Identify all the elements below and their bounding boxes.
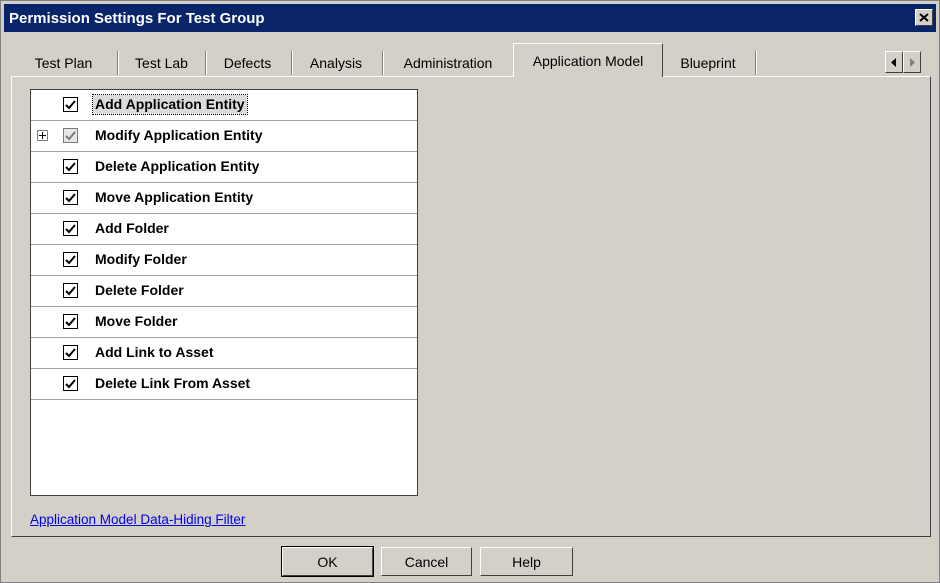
arrow-left-icon	[891, 57, 896, 67]
permission-row-delete-link-from-asset[interactable]: Delete Link From Asset	[31, 369, 417, 400]
help-button[interactable]: Help	[480, 547, 573, 576]
tab-separator	[291, 51, 293, 75]
permission-settings-dialog: Permission Settings For Test Group Test …	[0, 0, 940, 583]
close-icon	[919, 13, 929, 22]
permission-row-delete-folder[interactable]: Delete Folder	[31, 276, 417, 307]
permission-checkbox[interactable]	[63, 190, 78, 205]
checkmark-icon	[65, 223, 76, 233]
permission-label: Add Link to Asset	[95, 344, 214, 360]
expand-button[interactable]	[37, 130, 48, 141]
permission-checkbox[interactable]	[63, 159, 78, 174]
title-bar: Permission Settings For Test Group	[4, 4, 936, 32]
cancel-button[interactable]: Cancel	[381, 547, 472, 576]
permissions-list: Add Application Entity Modify Applicatio…	[30, 89, 418, 496]
checkmark-icon	[65, 285, 76, 295]
checkmark-icon	[65, 161, 76, 171]
checkmark-icon	[65, 192, 76, 202]
permission-label: Delete Folder	[95, 282, 184, 298]
checkmark-icon	[65, 99, 76, 109]
arrow-right-icon	[910, 57, 915, 67]
permission-row-modify-folder[interactable]: Modify Folder	[31, 245, 417, 276]
permission-label: Move Folder	[95, 313, 178, 329]
permission-label: Add Folder	[95, 220, 169, 236]
permission-label: Move Application Entity	[95, 189, 254, 205]
permission-row-move-application-entity[interactable]: Move Application Entity	[31, 183, 417, 214]
ok-button[interactable]: OK	[281, 546, 374, 577]
data-hiding-filter-link[interactable]: Application Model Data-Hiding Filter	[30, 512, 245, 527]
tab-separator	[755, 51, 757, 75]
checkmark-icon	[65, 378, 76, 388]
tab-administration[interactable]: Administration	[384, 49, 512, 76]
permission-row-modify-application-entity[interactable]: Modify Application Entity	[31, 121, 417, 152]
tab-analysis[interactable]: Analysis	[293, 49, 379, 76]
tab-scroll-right-button[interactable]	[903, 51, 921, 73]
tab-application-model[interactable]: Application Model	[513, 43, 663, 77]
permission-row-delete-application-entity[interactable]: Delete Application Entity	[31, 152, 417, 183]
tab-defects[interactable]: Defects	[207, 49, 288, 76]
tab-strip: Test Plan Test Lab Defects Analysis Admi…	[11, 43, 931, 77]
tab-separator	[382, 51, 384, 75]
permission-label: Add Application Entity	[92, 94, 248, 115]
permission-checkbox[interactable]	[63, 345, 78, 360]
permission-checkbox[interactable]	[63, 283, 78, 298]
permission-label: Modify Application Entity	[95, 127, 263, 143]
permission-checkbox[interactable]	[63, 128, 78, 143]
permission-checkbox[interactable]	[63, 314, 78, 329]
application-model-panel: Add Application Entity Modify Applicatio…	[11, 76, 931, 537]
permission-checkbox[interactable]	[63, 97, 78, 112]
permission-checkbox[interactable]	[63, 252, 78, 267]
checkmark-icon	[65, 254, 76, 264]
window-title: Permission Settings For Test Group	[9, 9, 265, 27]
tab-separator	[117, 51, 119, 75]
tab-test-plan[interactable]: Test Plan	[11, 49, 116, 76]
tab-scroll-controls	[885, 51, 921, 73]
permission-label: Delete Application Entity	[95, 158, 260, 174]
permission-checkbox[interactable]	[63, 221, 78, 236]
checkmark-icon	[65, 347, 76, 357]
tab-separator	[205, 51, 207, 75]
tab-test-lab[interactable]: Test Lab	[119, 49, 204, 76]
permission-checkbox[interactable]	[63, 376, 78, 391]
permission-label: Modify Folder	[95, 251, 187, 267]
plus-icon	[39, 132, 46, 139]
checkmark-icon	[65, 130, 76, 140]
tab-scroll-left-button[interactable]	[885, 51, 903, 73]
permission-row-add-folder[interactable]: Add Folder	[31, 214, 417, 245]
permission-label: Delete Link From Asset	[95, 375, 251, 391]
permission-row-add-application-entity[interactable]: Add Application Entity	[31, 90, 417, 121]
close-button[interactable]	[915, 9, 933, 26]
permission-row-add-link-to-asset[interactable]: Add Link to Asset	[31, 338, 417, 369]
tab-blueprint[interactable]: Blueprint	[665, 49, 751, 76]
permission-row-move-folder[interactable]: Move Folder	[31, 307, 417, 338]
checkmark-icon	[65, 316, 76, 326]
